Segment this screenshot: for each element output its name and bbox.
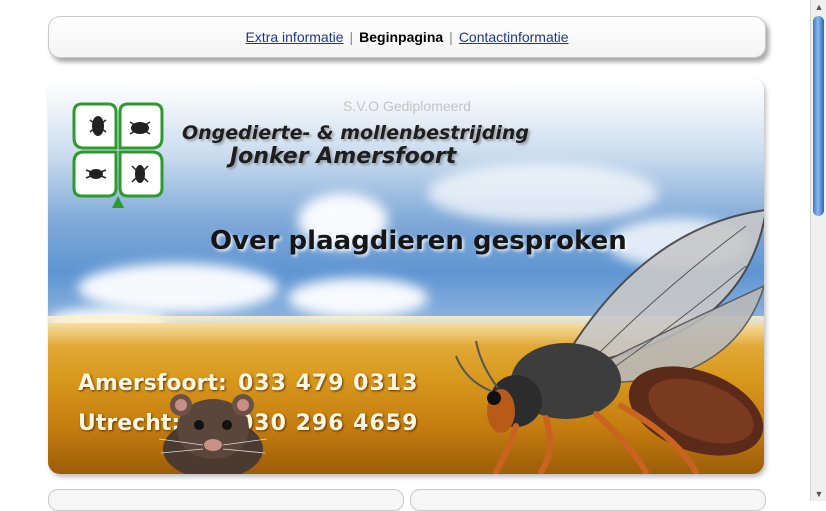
content-panel-left [48,489,404,511]
clover-insect-logo [72,102,164,208]
company-name: Jonker Amersfoort [230,144,457,169]
arrow-up-icon[interactable]: ▲ [811,0,826,14]
wasp-image [455,209,764,474]
certification-text: S.V.O Gediplomeerd [343,98,471,114]
top-navigation: Extra informatie | Beginpagina | Contact… [48,16,766,58]
cloud [288,278,428,318]
content-panel-right [410,489,766,511]
scrollbar-thumb[interactable] [813,16,824,216]
cloud [78,263,278,313]
company-subtitle: Ongedierte- & mollenbestrijding [182,122,529,144]
vertical-scrollbar[interactable]: ▲ ▼ [810,0,826,501]
header-banner: S.V.O Gediplomeerd Ongedierte- & mollenb… [48,78,764,474]
nav-current-beginpagina: Beginpagina [359,29,444,45]
mole-image [158,394,268,474]
nav-link-contactinformatie[interactable]: Contactinformatie [459,29,569,45]
nav-separator: | [449,29,453,45]
nav-separator: | [349,29,354,45]
nav-link-extra-informatie[interactable]: Extra informatie [245,29,343,45]
arrow-down-icon[interactable]: ▼ [811,487,826,501]
